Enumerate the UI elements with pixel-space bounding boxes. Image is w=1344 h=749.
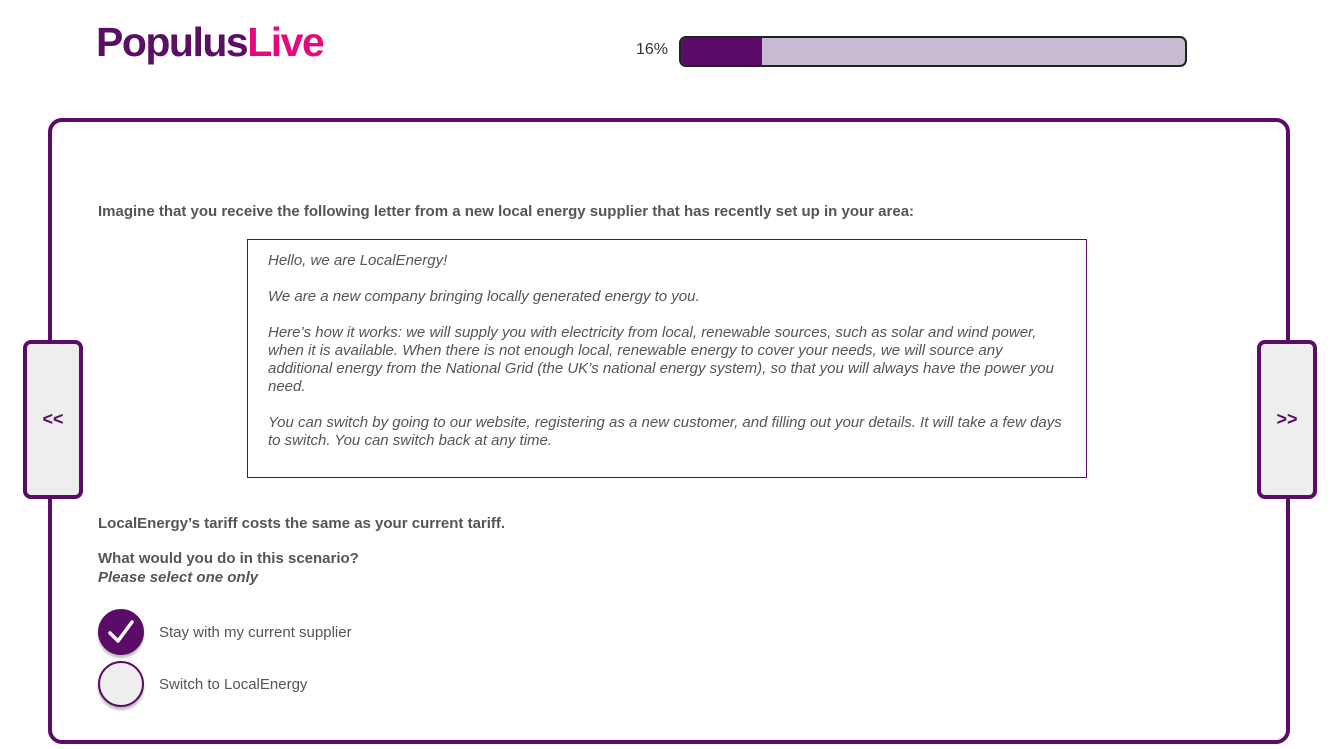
letter-paragraph: You can switch by going to our website, …	[268, 414, 1062, 449]
next-button-label: >>	[1276, 409, 1298, 429]
tariff-statement: LocalEnergy’s tariff costs the same as y…	[98, 515, 506, 532]
letter-paragraph: We are a new company bringing locally ge…	[268, 288, 700, 305]
letter-box: Hello, we are LocalEnergy! We are a new …	[247, 239, 1087, 478]
radio-switch[interactable]	[98, 661, 144, 707]
progress-bar-fill	[681, 38, 762, 65]
letter-paragraph: Here’s how it works: we will supply you …	[268, 324, 1054, 395]
progress-bar	[679, 36, 1187, 67]
checkmark-icon	[108, 620, 134, 643]
radio-stay[interactable]	[98, 609, 144, 655]
intro-text: Imagine that you receive the following l…	[98, 203, 915, 220]
populuslive-logo: PopulusLive	[96, 18, 325, 66]
option-switch[interactable]: Switch to LocalEnergy	[98, 660, 307, 708]
logo-part-live: Live	[247, 19, 325, 65]
option-stay[interactable]: Stay with my current supplier	[98, 608, 352, 656]
question-text: What would you do in this scenario?	[98, 550, 359, 567]
next-button[interactable]: >>	[1257, 340, 1317, 499]
logo-part-populus: Populus	[96, 19, 249, 65]
option-label: Switch to LocalEnergy	[159, 675, 308, 693]
previous-button[interactable]: <<	[23, 340, 83, 499]
instruction-text: Please select one only	[98, 569, 259, 586]
letter-paragraph: Hello, we are LocalEnergy!	[268, 252, 448, 269]
progress-percent: 16%	[636, 41, 669, 58]
previous-button-label: <<	[42, 409, 64, 429]
option-label: Stay with my current supplier	[159, 623, 352, 641]
